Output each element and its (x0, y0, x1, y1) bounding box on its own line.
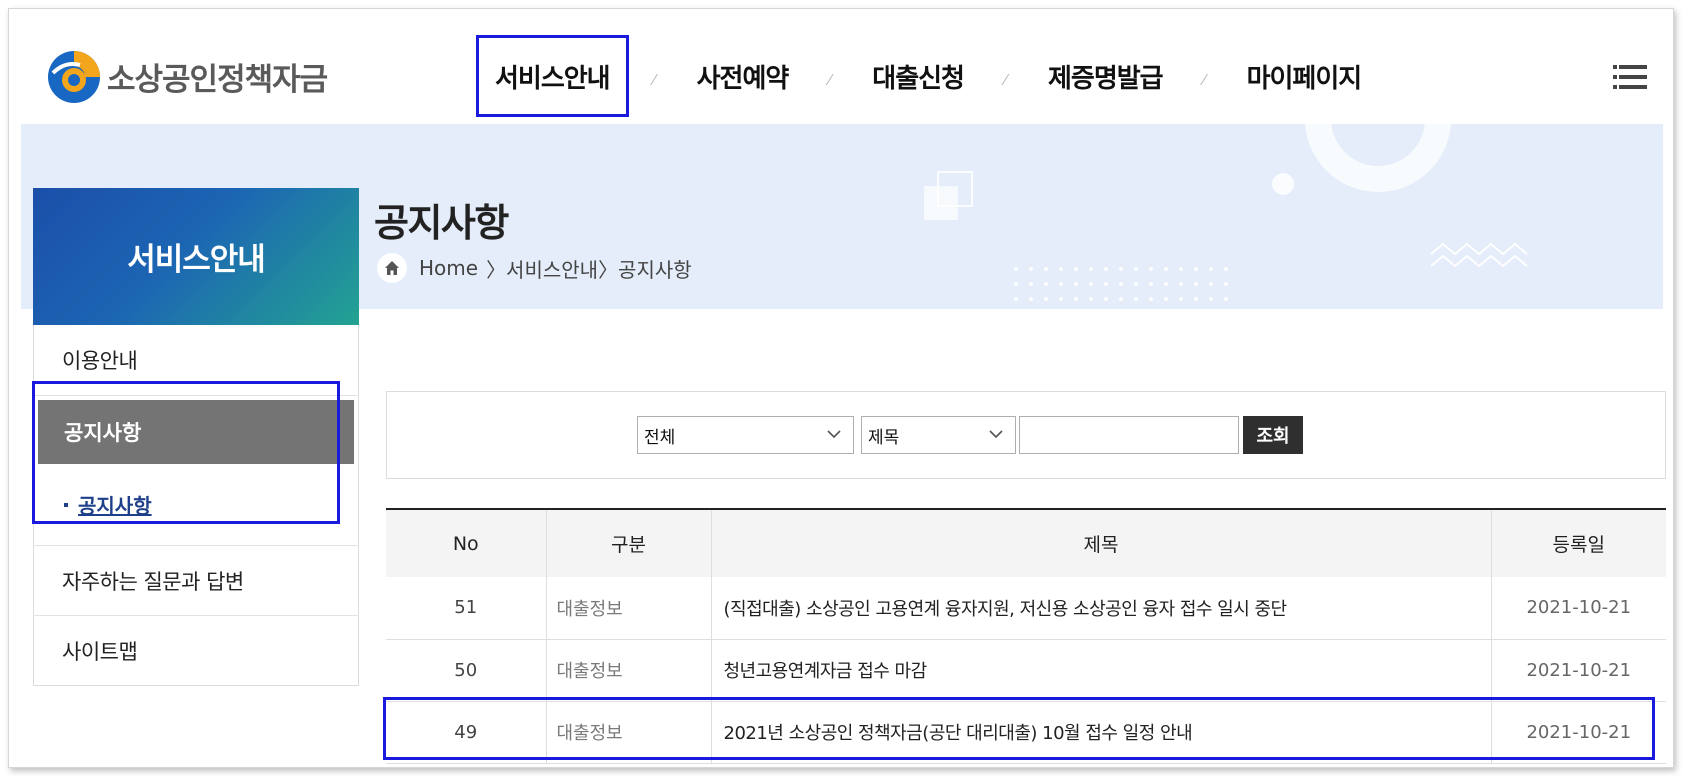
logo-text: 소상공인정책자금 (107, 61, 328, 98)
nav-item-certificate[interactable]: 제증명발급 (1032, 35, 1179, 117)
row-date: 2021-10-21 (1491, 577, 1666, 640)
header-title: 제목 (711, 509, 1492, 577)
header-date: 등록일 (1552, 534, 1605, 556)
search-input[interactable] (1019, 416, 1239, 454)
home-icon[interactable] (377, 253, 407, 283)
site-logo[interactable]: 소상공인정책자금 (45, 47, 328, 105)
header-no: No (386, 509, 547, 577)
nav-label: 사전예약 (696, 63, 790, 94)
sidebar-item-label: 자주하는 질문과 답변 (62, 569, 244, 594)
row-title-link[interactable]: (직접대출) 소상공인 고용연계 융자지원, 저신용 소상공인 융자 접수 일시… (711, 577, 1492, 640)
breadcrumb-notice[interactable]: 〉공지사항 (598, 254, 692, 283)
field-select-value: 제목 (868, 427, 900, 448)
search-button[interactable]: 조회 (1243, 416, 1303, 454)
nav-separator: ⁄ (653, 72, 656, 89)
breadcrumb-home[interactable]: Home (419, 256, 478, 280)
browser-frame: 소상공인정책자금 서비스안내 ⁄ 사전예약 ⁄ 대출신청 ⁄ 제증명발급 ⁄ 마… (8, 8, 1674, 768)
table-row[interactable]: 51 대출정보 (직접대출) 소상공인 고용연계 융자지원, 저신용 소상공인 … (386, 577, 1666, 640)
highlight-box-row-49 (383, 697, 1655, 760)
sidebar-item-label: 사이트맵 (62, 639, 138, 664)
row-category: 대출정보 (546, 639, 712, 702)
header-category: 구분 (546, 509, 712, 577)
nav-label: 대출신청 (872, 63, 965, 94)
category-select[interactable]: 전체 (637, 416, 854, 454)
nav-item-pre-reservation[interactable]: 사전예약 (681, 35, 805, 117)
breadcrumb-service-info[interactable]: 〉서비스안내 (486, 254, 598, 283)
hamburger-icon[interactable] (1613, 65, 1647, 95)
row-title-link[interactable]: 청년고용연계자금 접수 마감 (711, 639, 1492, 702)
nav-label: 마이페이지 (1246, 63, 1363, 94)
table-header-row: No 구분 제목 등록일 (386, 509, 1666, 577)
sidebar-item-faq[interactable]: 자주하는 질문과 답변 (34, 545, 358, 615)
row-category: 대출정보 (546, 577, 712, 640)
chevron-down-icon (989, 427, 1003, 443)
site-header: 소상공인정책자금 서비스안내 ⁄ 사전예약 ⁄ 대출신청 ⁄ 제증명발급 ⁄ 마… (21, 9, 1663, 124)
category-select-value: 전체 (644, 427, 676, 448)
breadcrumb: Home 〉서비스안내 〉공지사항 (377, 253, 692, 283)
nav-separator: ⁄ (1203, 72, 1206, 89)
row-date: 2021-10-21 (1491, 639, 1666, 702)
highlight-box-sidebar (32, 381, 340, 524)
nav-item-loan-apply[interactable]: 대출신청 (856, 35, 980, 117)
sidebar-title: 서비스안내 (33, 188, 359, 325)
field-select[interactable]: 제목 (861, 416, 1016, 454)
nav-label: 제증명발급 (1047, 63, 1164, 94)
logo-mark-icon (45, 47, 103, 105)
page-title: 공지사항 (374, 201, 509, 245)
chevron-down-icon (827, 427, 841, 443)
nav-label: 서비스안내 (495, 63, 611, 94)
sidebar-item-sitemap[interactable]: 사이트맵 (34, 615, 358, 685)
table-row[interactable]: 50 대출정보 청년고용연계자금 접수 마감 2021-10-21 (386, 639, 1666, 702)
sidebar-item-label: 이용안내 (62, 349, 138, 373)
nav-separator: ⁄ (1004, 72, 1008, 89)
nav-item-service-info[interactable]: 서비스안내 (476, 35, 629, 117)
search-panel: 전체 제목 조회 (386, 391, 1666, 479)
row-no: 50 (386, 639, 547, 702)
global-nav: 서비스안내 ⁄ 사전예약 ⁄ 대출신청 ⁄ 제증명발급 ⁄ 마이페이지 (476, 31, 1377, 121)
nav-item-mypage[interactable]: 마이페이지 (1231, 35, 1378, 117)
row-no: 51 (386, 577, 547, 640)
nav-separator: ⁄ (828, 72, 832, 89)
